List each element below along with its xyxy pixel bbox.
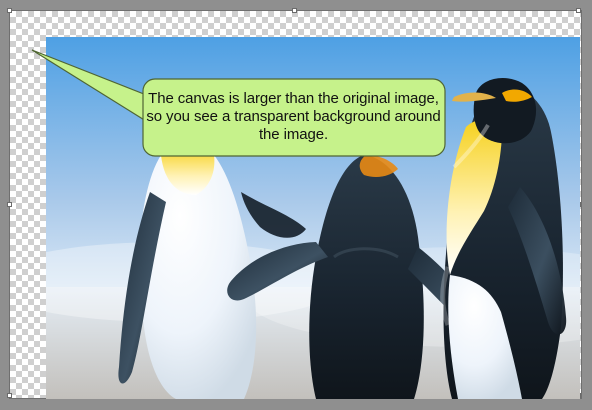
resize-handle-top-center[interactable] bbox=[292, 8, 297, 13]
resize-handle-top-right[interactable] bbox=[576, 8, 581, 13]
callout-text: The canvas is larger than the original i… bbox=[146, 90, 441, 143]
resize-handle-bottom-left[interactable] bbox=[7, 393, 12, 398]
resize-handle-middle-left[interactable] bbox=[7, 202, 12, 207]
resize-handle-top-left[interactable] bbox=[7, 8, 12, 13]
